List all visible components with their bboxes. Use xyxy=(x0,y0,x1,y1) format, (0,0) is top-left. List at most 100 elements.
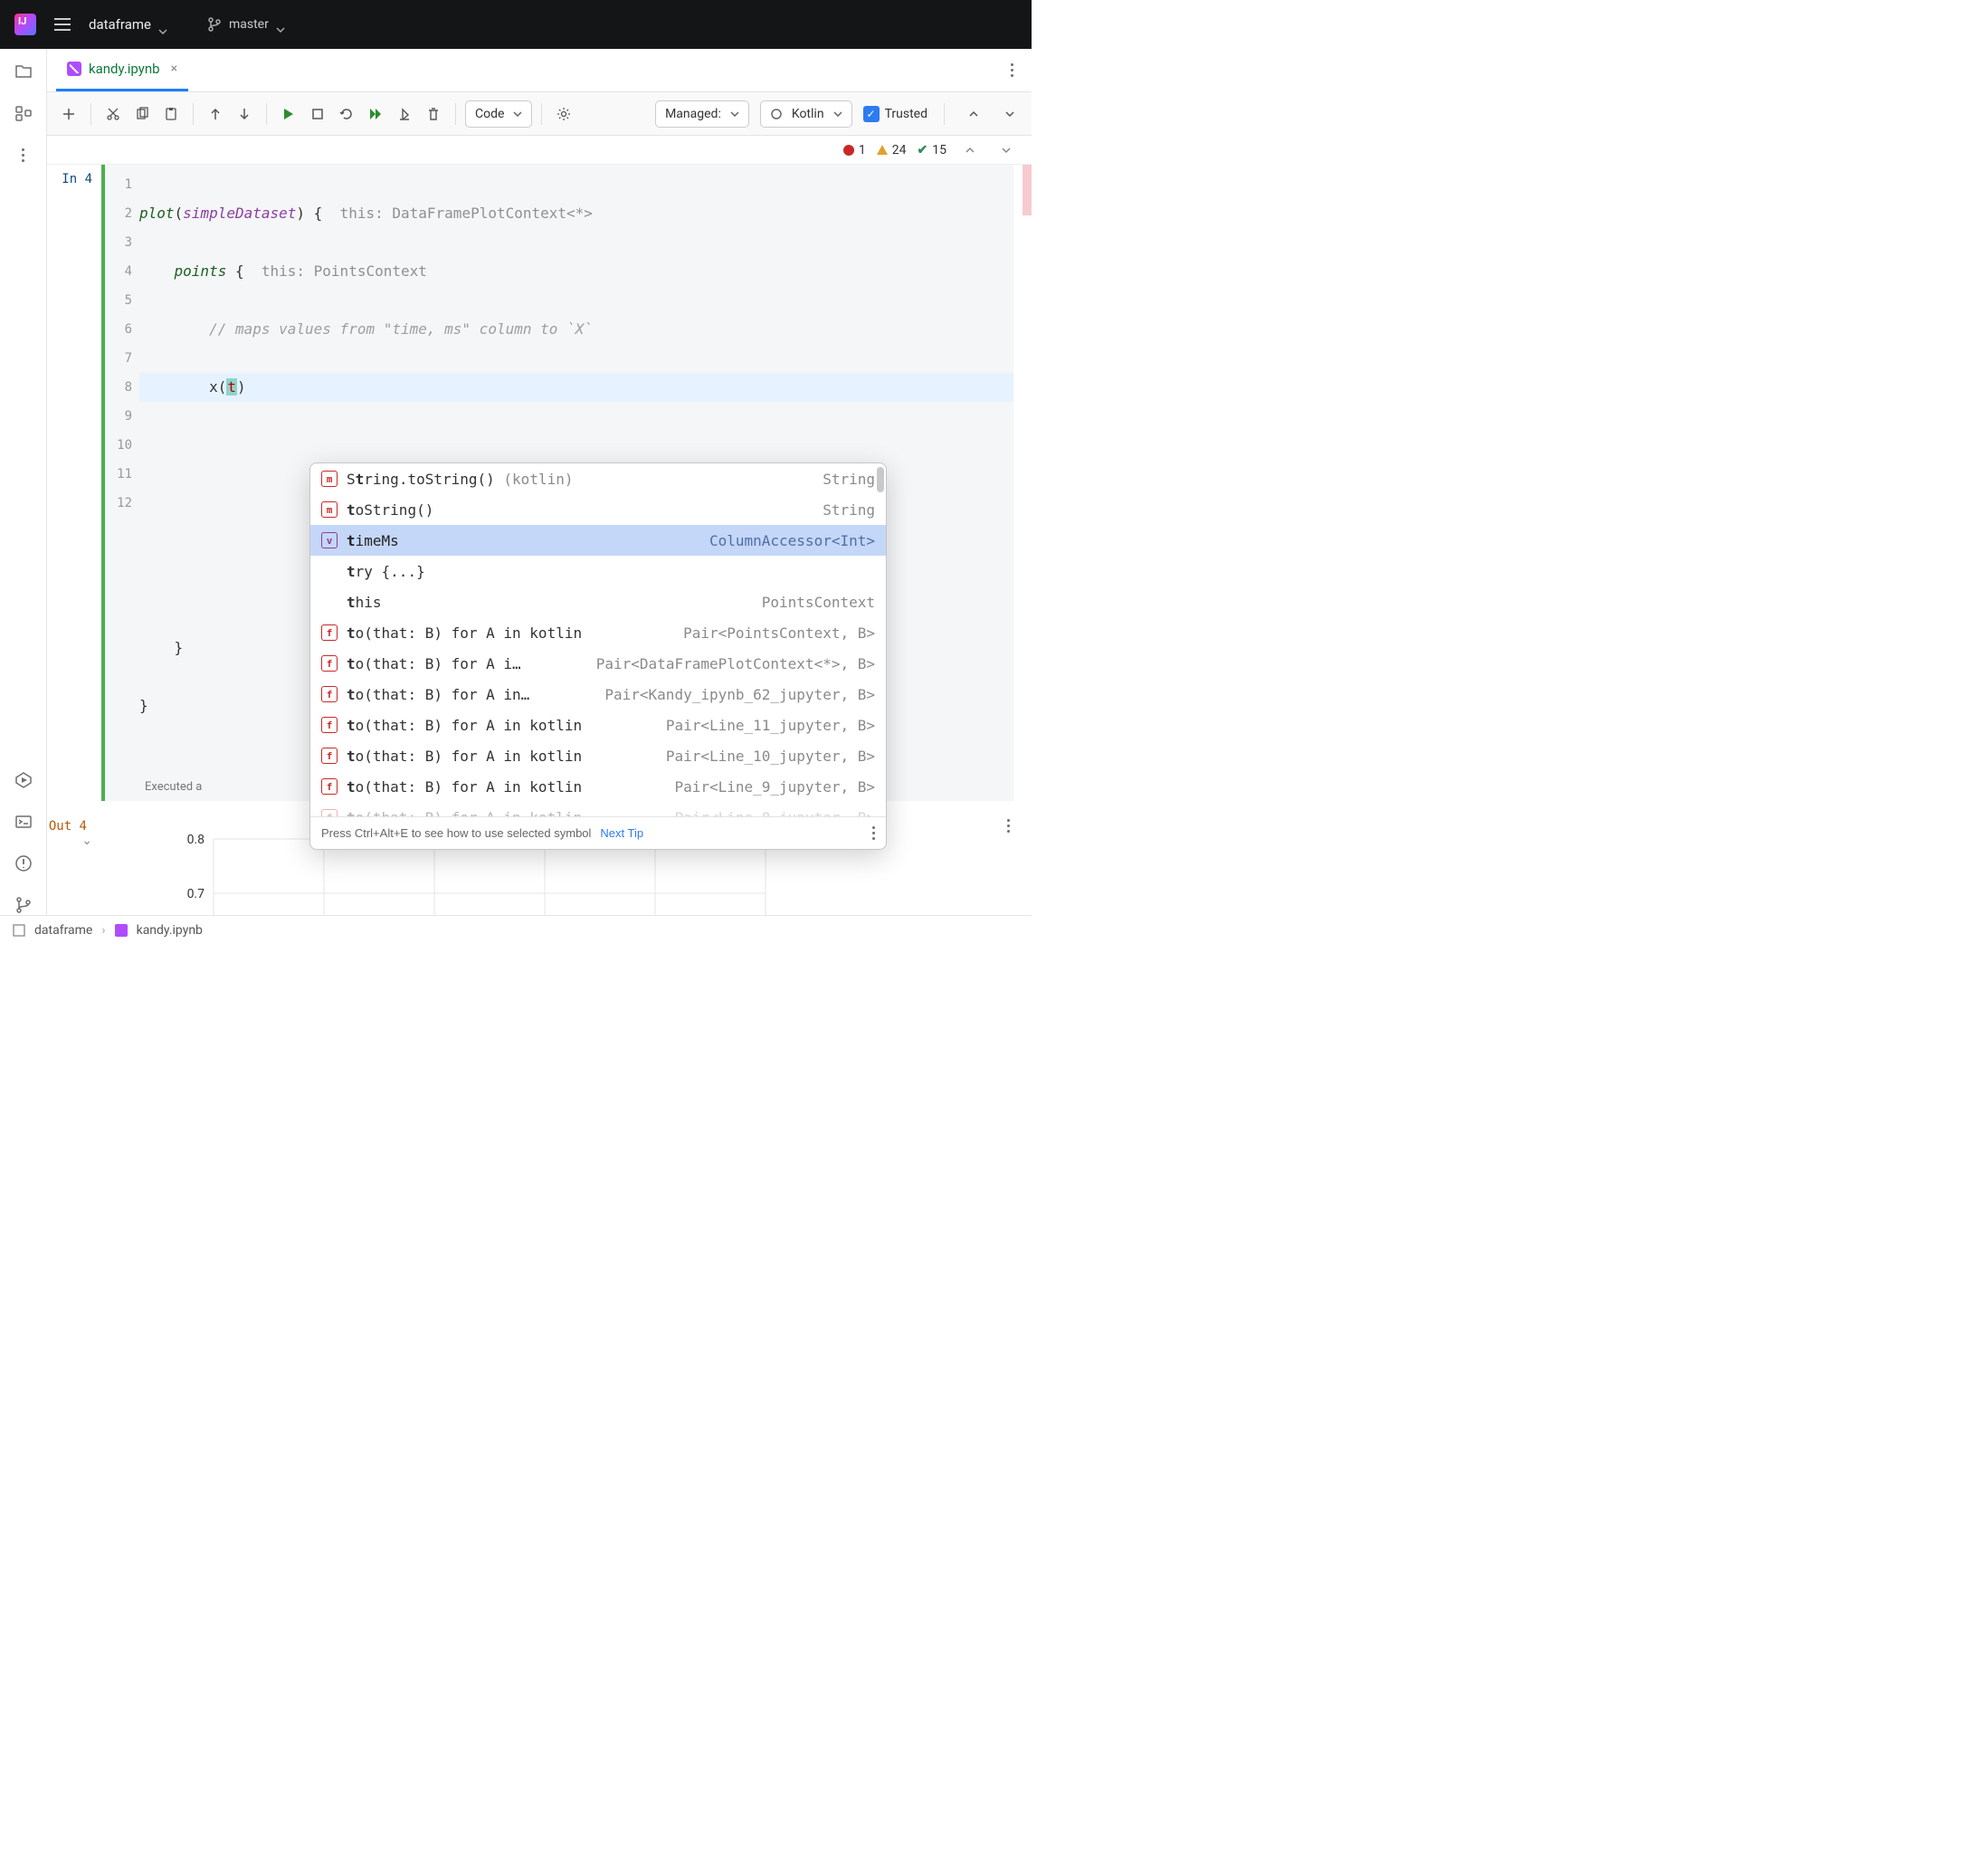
output-more-actions[interactable] xyxy=(1007,819,1010,833)
completion-type: ColumnAccessor<Int> xyxy=(699,532,875,549)
close-tab-icon[interactable]: × xyxy=(171,62,177,76)
breadcrumb-root[interactable]: dataframe xyxy=(34,923,92,938)
code-completion-popup[interactable]: mString.toString() (kotlin)StringmtoStri… xyxy=(309,462,887,850)
inspect-down-button[interactable] xyxy=(994,138,1019,163)
tab-filename: kandy.ipynb xyxy=(89,61,160,77)
completion-type: Pair<Kandy_ipynb_62_jupyter, B> xyxy=(594,686,875,703)
function-icon: f xyxy=(321,686,338,702)
completion-item[interactable]: fto(that: B) for A i…Pair<DataFramePlotC… xyxy=(310,648,886,679)
next-tip-link[interactable]: Next Tip xyxy=(600,826,643,840)
completion-item[interactable]: fto(that: B) for A in kotlinPair<Line_8_… xyxy=(310,802,886,816)
trusted-toggle[interactable]: ✓ Trusted xyxy=(863,106,927,122)
warnings-indicator[interactable]: 24 xyxy=(877,143,907,157)
warning-icon xyxy=(877,145,888,155)
completion-text: toString() xyxy=(347,501,803,519)
function-icon: f xyxy=(321,809,338,816)
completion-type: Pair<Line_10_jupyter, B> xyxy=(655,748,875,765)
completion-item[interactable]: fto(that: B) for A in kotlinPair<PointsC… xyxy=(310,617,886,648)
expand-down-button[interactable] xyxy=(997,101,1023,127)
main-menu-icon[interactable] xyxy=(54,18,71,31)
more-tools-icon[interactable] xyxy=(14,145,33,165)
kernel-select[interactable]: Kotlin xyxy=(760,100,852,128)
kernel-status-icon xyxy=(770,108,783,120)
move-up-button[interactable] xyxy=(203,101,228,127)
completion-type: Pair<PointsContext, B> xyxy=(672,624,875,642)
settings-button[interactable] xyxy=(551,101,576,127)
completion-type: Pair<DataFramePlotContext<*>, B> xyxy=(585,655,875,672)
restart-button[interactable] xyxy=(334,101,359,127)
completion-text: to(that: B) for A in kotlin xyxy=(347,748,646,765)
scrollbar-thumb[interactable] xyxy=(877,467,884,492)
add-cell-button[interactable] xyxy=(56,101,81,127)
completion-text: this xyxy=(347,594,742,611)
weak-warning-icon: ✔ xyxy=(918,143,928,157)
variable-icon: v xyxy=(321,532,338,548)
completion-type: Pair<Line_11_jupyter, B> xyxy=(655,717,875,734)
svg-text:0.7: 0.7 xyxy=(187,887,205,901)
tab-more-actions[interactable] xyxy=(1002,49,1023,91)
trusted-label: Trusted xyxy=(885,107,927,121)
run-cell-button[interactable] xyxy=(276,101,301,127)
managed-select[interactable]: Managed: xyxy=(655,100,749,128)
completion-item[interactable]: this PointsContext xyxy=(310,586,886,617)
run-all-button[interactable] xyxy=(363,101,388,127)
completion-hint: Press Ctrl+Alt+E to see how to use selec… xyxy=(321,826,591,840)
cell-in-label: In 4 xyxy=(62,172,92,186)
tab-kandy-ipynb[interactable]: kandy.ipynb × xyxy=(56,49,188,91)
vcs-tool-icon[interactable] xyxy=(14,895,33,915)
vcs-branch-dropdown[interactable]: master xyxy=(207,17,285,32)
notebook-file-icon xyxy=(67,62,81,76)
problems-tool-icon[interactable] xyxy=(14,853,33,873)
project-tool-icon[interactable] xyxy=(14,62,33,81)
function-icon: f xyxy=(321,778,338,795)
weak-warnings-indicator[interactable]: ✔15 xyxy=(918,143,946,157)
svg-text:0.8: 0.8 xyxy=(187,833,205,847)
completion-type: Pair<Line_8_jupyter, B> xyxy=(663,809,875,817)
chevron-down-icon xyxy=(276,22,285,27)
project-name: dataframe xyxy=(89,16,151,33)
chevron-down-icon xyxy=(513,111,522,117)
cell-type-select[interactable]: Code xyxy=(465,100,532,128)
error-icon xyxy=(843,145,854,156)
breadcrumb[interactable]: dataframe › kandy.ipynb xyxy=(0,915,1032,944)
chevron-down-icon xyxy=(158,22,167,27)
out-collapse-chevron[interactable]: ⌄ xyxy=(76,834,92,848)
function-icon: f xyxy=(321,717,338,733)
completion-item[interactable]: fto(that: B) for A in kotlinPair<Line_9_… xyxy=(310,771,886,802)
inspect-up-button[interactable] xyxy=(957,138,983,163)
completion-text: to(that: B) for A in kotlin xyxy=(347,624,663,642)
expand-up-button[interactable] xyxy=(961,101,986,127)
completion-settings-icon[interactable] xyxy=(872,826,875,840)
completion-item[interactable]: try {...} xyxy=(310,556,886,586)
clear-outputs-button[interactable] xyxy=(392,101,417,127)
managed-label: Managed: xyxy=(665,107,721,121)
completion-text: to(that: B) for A i… xyxy=(347,655,576,672)
errors-indicator[interactable]: 1 xyxy=(843,143,866,157)
cut-button[interactable] xyxy=(100,101,126,127)
kernel-name: Kotlin xyxy=(792,107,824,121)
structure-tool-icon[interactable] xyxy=(14,103,33,123)
error-stripe[interactable] xyxy=(1023,165,1032,215)
completion-type: PointsContext xyxy=(751,594,875,611)
completion-text: to(that: B) for A in kotlin xyxy=(347,778,654,796)
completion-type: String xyxy=(812,501,875,519)
project-dropdown[interactable]: dataframe xyxy=(89,16,167,33)
method-icon: m xyxy=(321,471,338,487)
completion-item[interactable]: fto(that: B) for A in kotlinPair<Line_11… xyxy=(310,710,886,740)
chevron-down-icon xyxy=(730,111,739,117)
delete-cell-button[interactable] xyxy=(421,101,446,127)
completion-text: timeMs xyxy=(347,532,690,549)
completion-text: String.toString() (kotlin) xyxy=(347,471,803,488)
completion-item[interactable]: fto(that: B) for A in kotlinPair<Line_10… xyxy=(310,740,886,771)
copy-button[interactable] xyxy=(129,101,155,127)
stop-button[interactable] xyxy=(305,101,330,127)
breadcrumb-file[interactable]: kandy.ipynb xyxy=(137,923,203,938)
completion-item[interactable]: mtoString()String xyxy=(310,494,886,525)
completion-item[interactable]: fto(that: B) for A in…Pair<Kandy_ipynb_6… xyxy=(310,679,886,710)
move-down-button[interactable] xyxy=(232,101,257,127)
terminal-tool-icon[interactable] xyxy=(14,812,33,832)
paste-button[interactable] xyxy=(158,101,184,127)
completion-item[interactable]: mString.toString() (kotlin)String xyxy=(310,463,886,494)
services-tool-icon[interactable] xyxy=(14,770,33,790)
completion-item[interactable]: vtimeMs ColumnAccessor<Int> xyxy=(310,525,886,556)
